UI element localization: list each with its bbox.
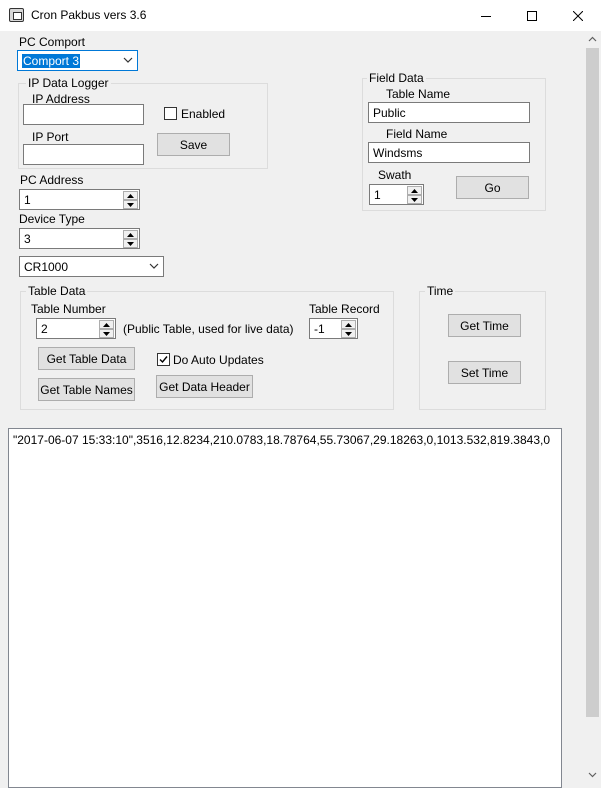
maximize-button[interactable] — [509, 0, 555, 31]
triangle-up-icon — [127, 232, 134, 237]
table-number-up-button[interactable] — [99, 320, 114, 329]
maximize-icon — [527, 10, 537, 21]
go-button[interactable]: Go — [456, 176, 529, 199]
table-number-label: Table Number — [31, 302, 106, 316]
get-table-data-button[interactable]: Get Table Data — [38, 347, 135, 370]
device-model-select[interactable]: CR1000 — [19, 256, 164, 277]
field-name-input[interactable]: Windsms — [368, 142, 530, 163]
triangle-down-icon — [345, 331, 352, 336]
table-record-value: -1 — [314, 322, 325, 336]
triangle-down-icon — [127, 241, 134, 246]
ip-port-label: IP Port — [32, 130, 69, 144]
table-data-title: Table Data — [26, 284, 88, 298]
table-number-value: 2 — [41, 322, 48, 336]
triangle-down-icon — [411, 197, 418, 202]
title-bar: Cron Pakbus vers 3.6 — [0, 0, 601, 31]
table-number-stepper[interactable]: 2 — [36, 318, 116, 339]
triangle-up-icon — [127, 193, 134, 198]
scrollbar-thumb[interactable] — [586, 48, 599, 717]
ip-port-input[interactable] — [23, 144, 144, 165]
window-title: Cron Pakbus vers 3.6 — [31, 8, 147, 22]
swath-label: Swath — [378, 168, 412, 182]
pc-address-down-button[interactable] — [123, 200, 138, 209]
pc-comport-label: PC Comport — [19, 35, 86, 49]
vertical-scrollbar[interactable] — [584, 31, 601, 783]
triangle-up-icon — [103, 322, 110, 327]
do-auto-updates-label: Do Auto Updates — [173, 353, 264, 367]
set-time-button[interactable]: Set Time — [448, 361, 521, 384]
get-data-header-button[interactable]: Get Data Header — [156, 375, 253, 398]
device-type-stepper[interactable]: 3 — [19, 228, 140, 249]
get-table-names-button[interactable]: Get Table Names — [38, 378, 135, 401]
triangle-down-icon — [103, 331, 110, 336]
swath-value: 1 — [374, 188, 381, 202]
triangle-up-icon — [345, 322, 352, 327]
pc-address-up-button[interactable] — [123, 191, 138, 200]
enabled-checkbox[interactable] — [164, 107, 177, 120]
pc-address-label: PC Address — [20, 173, 84, 187]
table-record-label: Table Record — [309, 302, 380, 316]
pc-address-stepper[interactable]: 1 — [19, 189, 140, 210]
table-record-up-button[interactable] — [341, 320, 356, 329]
checkmark-icon — [159, 356, 168, 364]
table-number-down-button[interactable] — [99, 329, 114, 338]
field-name-label: Field Name — [386, 127, 448, 141]
device-type-down-button[interactable] — [123, 239, 138, 248]
minimize-icon — [481, 15, 491, 17]
pc-comport-select[interactable]: Comport 3 — [17, 50, 138, 71]
device-type-up-button[interactable] — [123, 230, 138, 239]
swath-stepper[interactable]: 1 — [369, 184, 424, 205]
get-time-button[interactable]: Get Time — [448, 314, 521, 337]
field-data-title: Field Data — [367, 71, 426, 85]
close-icon — [573, 10, 583, 21]
chevron-down-icon — [123, 57, 133, 63]
table-record-down-button[interactable] — [341, 329, 356, 338]
triangle-up-icon — [411, 188, 418, 193]
table-number-hint: (Public Table, used for live data) — [123, 322, 294, 336]
triangle-down-icon — [127, 202, 134, 207]
scroll-up-icon[interactable] — [584, 31, 601, 48]
device-model-value: CR1000 — [24, 260, 69, 274]
table-name-label: Table Name — [386, 87, 451, 101]
close-button[interactable] — [555, 0, 601, 31]
enabled-label: Enabled — [181, 107, 226, 121]
pc-comport-value: Comport 3 — [22, 54, 81, 68]
device-type-value: 3 — [24, 232, 31, 246]
do-auto-updates-checkbox[interactable] — [157, 353, 170, 366]
time-title: Time — [425, 284, 456, 298]
pc-address-value: 1 — [24, 193, 31, 207]
ip-address-input[interactable] — [23, 104, 144, 125]
save-button[interactable]: Save — [157, 133, 230, 156]
output-textarea[interactable]: "2017-06-07 15:33:10",3516,12.8234,210.0… — [8, 428, 562, 788]
device-type-label: Device Type — [19, 212, 85, 226]
app-icon — [9, 8, 24, 22]
minimize-button[interactable] — [463, 0, 509, 31]
output-line: "2017-06-07 15:33:10",3516,12.8234,210.0… — [13, 433, 551, 447]
table-name-input[interactable]: Public — [368, 102, 530, 123]
scroll-down-icon[interactable] — [584, 766, 601, 783]
swath-up-button[interactable] — [407, 186, 422, 195]
chevron-down-icon — [149, 263, 159, 269]
table-record-stepper[interactable]: -1 — [309, 318, 358, 339]
time-group — [419, 291, 546, 410]
ip-data-logger-title: IP Data Logger — [26, 76, 111, 90]
swath-down-button[interactable] — [407, 195, 422, 204]
